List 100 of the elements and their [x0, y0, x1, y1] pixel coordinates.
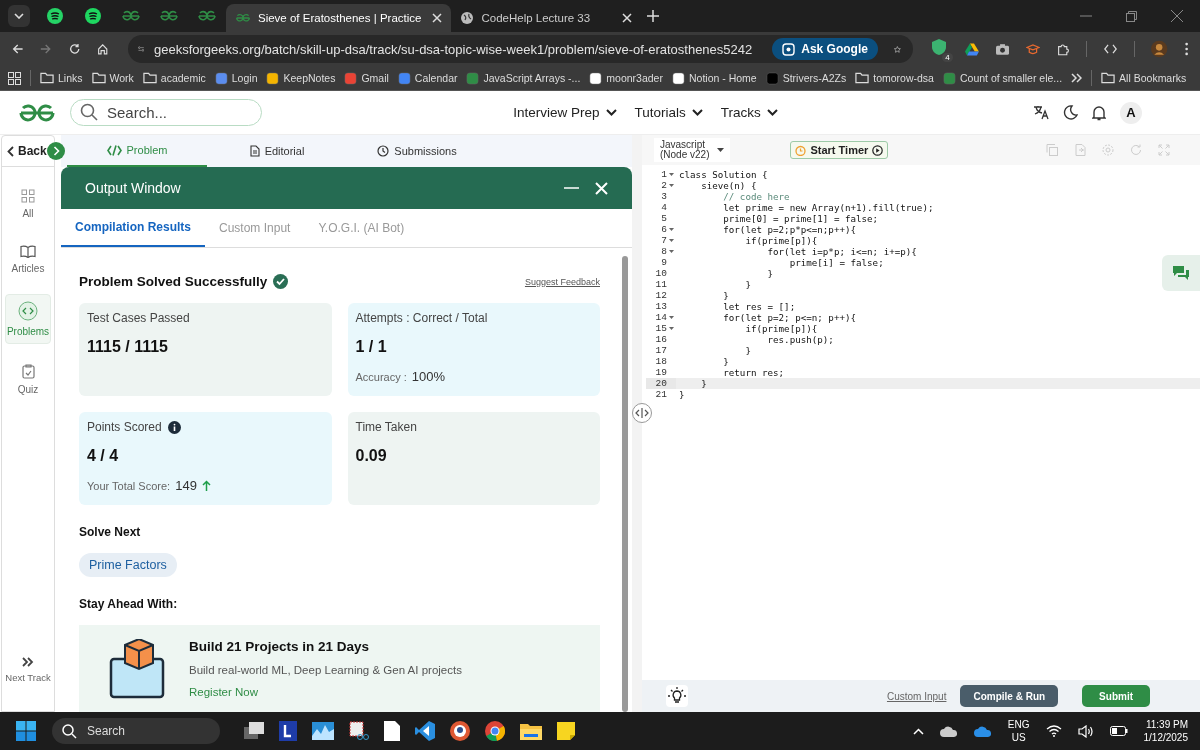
new-tab-icon[interactable]: [647, 10, 660, 22]
task-view-icon[interactable]: [244, 722, 264, 740]
bookmark-item[interactable]: Count of smaller ele...: [942, 71, 1063, 85]
back-icon[interactable]: [12, 42, 24, 56]
sticky-notes-icon[interactable]: [557, 722, 575, 740]
site-info-icon[interactable]: [137, 43, 144, 55]
bookmark-item[interactable]: academic: [142, 72, 206, 84]
bookmark-item[interactable]: Gmail: [344, 71, 389, 85]
info-icon[interactable]: [167, 420, 181, 434]
volume-icon[interactable]: [1077, 724, 1094, 738]
snipping-tool-icon[interactable]: [349, 721, 369, 741]
bookmark-item[interactable]: Calendar: [397, 71, 458, 85]
all-bookmarks-item[interactable]: All Bookmarks: [1101, 72, 1187, 84]
menu-icon[interactable]: [1184, 41, 1188, 57]
puzzle-icon[interactable]: [1056, 41, 1069, 57]
code-editor-icon[interactable]: [415, 721, 435, 741]
forward-icon[interactable]: [40, 42, 52, 56]
wifi-icon[interactable]: [1045, 725, 1062, 737]
bookmark-item[interactable]: KeepNotes: [266, 71, 336, 85]
nav-menu[interactable]: Tutorials: [634, 105, 703, 120]
expand-icon[interactable]: [47, 142, 65, 160]
back-button[interactable]: Back: [7, 144, 47, 158]
bookmark-item[interactable]: Work: [91, 72, 134, 84]
browser-icon[interactable]: [485, 721, 505, 741]
site-favicon-icon: [266, 71, 280, 85]
sidebar-item[interactable]: All: [6, 183, 50, 225]
home-icon[interactable]: [97, 42, 109, 56]
chevron-up-icon[interactable]: [912, 727, 924, 735]
user-avatar[interactable]: A: [1120, 101, 1142, 124]
bookmark-item[interactable]: tomorow-dsa: [855, 72, 934, 84]
tab-search-button[interactable]: [8, 5, 30, 27]
line-number: 17: [655, 345, 667, 356]
code-line: }: [722, 356, 729, 367]
next-track-button[interactable]: Next Track: [2, 651, 54, 689]
app-icon[interactable]: [279, 721, 297, 741]
submit-button[interactable]: Submit: [1082, 685, 1150, 707]
nav-menu[interactable]: Tracks: [720, 105, 778, 120]
bookmark-item[interactable]: Links: [40, 72, 83, 84]
browser-tab[interactable]: Sieve of Eratosthenes | Practice: [226, 4, 452, 32]
bell-icon[interactable]: [1092, 104, 1106, 121]
ask-google-button[interactable]: Ask Google: [772, 38, 878, 60]
reload-icon[interactable]: [68, 42, 81, 56]
lightbulb-icon[interactable]: [666, 685, 688, 707]
problem-tab[interactable]: Editorial: [207, 135, 347, 167]
nav-menu[interactable]: Interview Prep: [513, 105, 617, 120]
bookmark-item[interactable]: Login: [214, 71, 258, 85]
shield-icon[interactable]: [929, 38, 948, 56]
folder-icon[interactable]: [520, 722, 542, 740]
start-icon[interactable]: [16, 721, 36, 741]
fold-icon[interactable]: [669, 184, 674, 187]
fold-icon[interactable]: [669, 316, 674, 319]
more-bookmarks-icon[interactable]: [1071, 73, 1083, 83]
resize-handle[interactable]: [632, 403, 652, 423]
scrollbar[interactable]: [622, 256, 628, 712]
graduation-cap-icon[interactable]: [1025, 42, 1040, 56]
search-field[interactable]: Search...: [70, 99, 262, 126]
browser-tab[interactable]: CodeHelp Lecture 33: [451, 4, 642, 32]
cloud-icon[interactable]: [973, 725, 992, 737]
line-number: 15: [655, 323, 667, 334]
fold-icon[interactable]: [669, 228, 674, 231]
address-bar[interactable]: geeksforgeeks.org/batch/skill-up-dsa/track/su-dsa-topic-wise-week1/problem/sieve-of-eratosthenes5242: [153, 41, 753, 57]
code-line: if(prime[p]){: [744, 235, 818, 246]
fold-icon[interactable]: [669, 327, 674, 330]
battery-icon[interactable]: [1109, 726, 1128, 736]
translate-icon[interactable]: [1033, 105, 1049, 120]
start-timer-button[interactable]: Start Timer: [790, 141, 889, 159]
chart-app-icon[interactable]: [312, 722, 334, 740]
sidebar-item[interactable]: Articles: [6, 239, 50, 280]
fold-icon[interactable]: [669, 250, 674, 253]
fold-icon[interactable]: [669, 173, 674, 176]
document-icon[interactable]: [384, 721, 400, 741]
bookmark-item[interactable]: JavaScript Arrays -...: [466, 71, 581, 85]
cloud-icon[interactable]: [939, 725, 958, 737]
output-tab[interactable]: Compilation Results: [61, 209, 205, 247]
code-icon[interactable]: [1103, 43, 1117, 55]
language-dropdown[interactable]: Javascript (Node v22): [654, 138, 731, 162]
language-indicator[interactable]: ENG US: [1007, 718, 1030, 744]
apps-icon[interactable]: [8, 71, 21, 85]
taskbar-search[interactable]: Search: [52, 718, 220, 744]
chat-button[interactable]: [1162, 255, 1200, 291]
bookmark-item[interactable]: Strivers-A2Zs: [765, 71, 847, 85]
camera-icon[interactable]: [995, 42, 1009, 56]
clock[interactable]: 11:39 PM 1/12/2025: [1143, 718, 1188, 744]
problem-chip[interactable]: Prime Factors: [79, 553, 177, 577]
profile-avatar[interactable]: [1151, 39, 1168, 59]
sidebar-item[interactable]: Problems: [5, 294, 51, 344]
site-logo[interactable]: [18, 103, 56, 122]
bookmark-item[interactable]: Notion - Home: [671, 71, 757, 85]
fold-icon[interactable]: [669, 239, 674, 242]
problem-tab[interactable]: Submissions: [347, 135, 487, 167]
dark-mode-icon[interactable]: [1063, 105, 1078, 120]
drive-icon[interactable]: [964, 41, 979, 57]
restore-icon[interactable]: [1126, 10, 1137, 22]
custom-input-link[interactable]: Custom Input: [886, 690, 947, 702]
register-link[interactable]: Register Now: [189, 686, 259, 698]
duck-browser-icon[interactable]: [450, 721, 470, 741]
bookmark-item[interactable]: moonr3ader: [589, 71, 663, 85]
compile-run-button[interactable]: Compile & Run: [960, 685, 1059, 707]
suggest-feedback-link[interactable]: Suggest Feedback: [524, 276, 600, 287]
sidebar-item[interactable]: Quiz: [6, 358, 50, 401]
